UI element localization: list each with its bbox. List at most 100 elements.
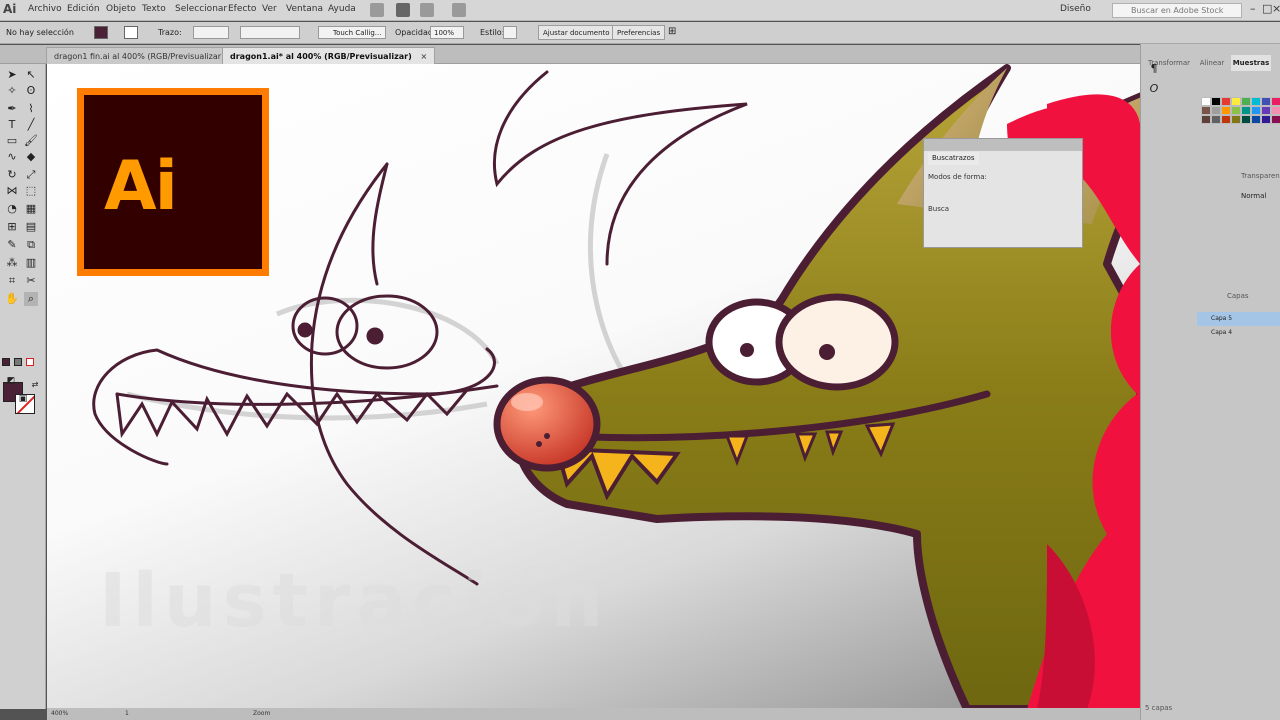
rectangle-tool-icon[interactable]: ▭ (5, 134, 19, 148)
adobe-stock-search[interactable]: Buscar en Adobe Stock (1112, 3, 1242, 18)
gradient-mode-icon[interactable] (14, 358, 22, 366)
menu-ventana[interactable]: Ventana (286, 4, 323, 14)
menu-objeto[interactable]: Objeto (106, 4, 136, 14)
transparency-panel-label[interactable]: Transparencia (1241, 168, 1280, 184)
canvas-area[interactable]: Ai Buscatrazos Modos de forma: Busca Ilu… (47, 64, 1140, 709)
menu-seleccionar[interactable]: Seleccionar (175, 4, 227, 14)
layer-row-5[interactable]: Capa 5 (1197, 312, 1280, 326)
paragraph-icon[interactable]: ¶ (1147, 62, 1161, 76)
lasso-icon[interactable]: ʘ (24, 84, 38, 98)
mesh-tool-icon[interactable]: ⊞ (5, 220, 19, 234)
preferences-button[interactable]: Preferencias (612, 25, 666, 40)
layer-row-4[interactable]: Capa 4 (1197, 326, 1280, 340)
artboard-tool-icon[interactable]: ⌗ (5, 274, 19, 288)
line-tool-icon[interactable]: ╱ (24, 118, 38, 132)
tab-alinear[interactable]: Alinear (1195, 55, 1229, 71)
style-label: Estilo: (480, 28, 505, 37)
fill-swatch[interactable] (94, 26, 108, 39)
opacity-field[interactable]: 100% (430, 26, 464, 39)
eraser-icon[interactable]: ◆ (24, 150, 38, 164)
perspective-grid-icon[interactable]: ▦ (24, 202, 38, 216)
tab-label: dragon1 fin.ai al 400% (RGB/Previsualiza… (54, 52, 225, 61)
status-bar: 400% 1 Zoom (47, 708, 1140, 720)
shape-builder-icon[interactable]: ◔ (5, 202, 19, 216)
swatch-grid[interactable] (1201, 97, 1280, 125)
document-tab-bar: dragon1 fin.ai al 400% (RGB/Previsualiza… (0, 45, 1140, 64)
tools-panel: ➤ ↖ ✧ ʘ ✒ ⌇ T ╱ ▭ 🖌 ∿ ◆ ↻ ⤢ ⋈ ⬚ ◔ ▦ ⊞ ▤ … (0, 64, 46, 709)
pen-tool-icon[interactable]: ✒ (5, 102, 19, 116)
direct-selection-tool-icon[interactable]: ↖ (24, 68, 38, 82)
gradient-tool-icon[interactable]: ▤ (24, 220, 38, 234)
stroke-swatch[interactable] (124, 26, 138, 39)
menu-efecto[interactable]: Efecto (228, 4, 256, 14)
none-mode-icon[interactable] (26, 358, 34, 366)
slice-tool-icon[interactable]: ✂ (24, 274, 38, 288)
pathfinder-panel[interactable]: Buscatrazos Modos de forma: Busca (923, 138, 1083, 248)
blend-mode-select[interactable]: Normal (1241, 188, 1280, 204)
scale-tool-icon[interactable]: ⤢ (24, 168, 38, 182)
draw-normal-icon[interactable]: ◩ (4, 374, 18, 388)
symbol-sprayer-icon[interactable]: ⁂ (5, 256, 19, 270)
arrange-documents-icon[interactable] (420, 3, 434, 17)
menu-texto[interactable]: Texto (142, 4, 166, 14)
pathfinder-tab[interactable]: Buscatrazos (928, 152, 979, 165)
bridge-icon[interactable] (370, 3, 384, 17)
style-swatch[interactable] (503, 26, 517, 39)
minimize-icon[interactable]: – (1250, 2, 1256, 15)
menu-archivo[interactable]: Archivo (28, 4, 62, 14)
layers-panel-label[interactable]: Capas (1227, 288, 1267, 304)
stock-icon[interactable] (396, 3, 410, 17)
layers-count: 5 capas (1145, 704, 1173, 712)
status-mode: Zoom (253, 710, 271, 717)
magic-wand-icon[interactable]: ✧ (5, 84, 19, 98)
zoom-tool-icon[interactable]: ⌕ (24, 292, 38, 306)
shape-modes-label: Modos de forma: (928, 173, 987, 181)
close-icon[interactable]: × (1272, 2, 1280, 15)
hand-tool-icon[interactable]: ✋ (5, 292, 19, 306)
stroke-label: Trazo: (158, 28, 182, 37)
menu-ayuda[interactable]: Ayuda (328, 4, 356, 14)
type-tool-icon[interactable]: T (5, 118, 19, 132)
maximize-icon[interactable]: □ (1262, 2, 1272, 15)
paintbrush-icon[interactable]: 🖌 (24, 134, 38, 148)
brush-definition-field[interactable]: Touch Callig... (318, 26, 386, 39)
gpu-performance-icon[interactable] (452, 3, 466, 17)
column-graph-icon[interactable]: ▥ (24, 256, 38, 270)
arrange-icon[interactable]: ⊞ (668, 26, 676, 37)
tab-label: dragon1.ai* al 400% (RGB/Previsualizar) (230, 52, 412, 61)
free-transform-icon[interactable]: ⬚ (24, 184, 38, 198)
tab-dragon1-fin[interactable]: dragon1 fin.ai al 400% (RGB/Previsualiza… (46, 47, 248, 64)
variable-width-field[interactable] (240, 26, 300, 39)
rotate-tool-icon[interactable]: ↻ (5, 168, 19, 182)
opentype-icon[interactable]: O (1147, 82, 1161, 96)
menu-edicion[interactable]: Edición (67, 4, 100, 14)
menu-bar: Ai Archivo Edición Objeto Texto Seleccio… (0, 0, 1280, 21)
pathfinders-label: Busca (928, 205, 950, 213)
illustrator-logo: Ai (77, 88, 269, 276)
workspace-switcher[interactable]: Diseño (1060, 4, 1091, 14)
blend-tool-icon[interactable]: ⧉ (24, 238, 38, 252)
control-bar: No hay selección Trazo: Touch Callig... … (0, 22, 1280, 44)
tab-close-icon[interactable]: × (421, 52, 428, 61)
width-tool-icon[interactable]: ⋈ (5, 184, 19, 198)
selection-tool-icon[interactable]: ➤ (5, 68, 19, 82)
zoom-level[interactable]: 400% (51, 710, 68, 717)
artboard-number[interactable]: 1 (125, 710, 129, 717)
eyedropper-icon[interactable]: ✎ (5, 238, 19, 252)
selection-status: No hay selección (6, 28, 74, 37)
shaper-tool-icon[interactable]: ∿ (5, 150, 19, 164)
stroke-weight-field[interactable] (193, 26, 229, 39)
screen-mode-icon[interactable]: ▣ (16, 392, 30, 406)
adjust-document-button[interactable]: Ajustar documento (538, 25, 615, 40)
illustrator-logo-text: Ai (104, 147, 178, 226)
right-panel-dock: Transformar Alinear Muestras ¶ O Transpa… (1140, 44, 1280, 720)
app-logo: Ai (3, 2, 17, 16)
swap-colors-icon[interactable]: ⇄ (28, 378, 42, 392)
tab-muestras[interactable]: Muestras (1231, 55, 1271, 71)
tab-dragon1[interactable]: dragon1.ai* al 400% (RGB/Previsualizar) … (222, 47, 436, 64)
panel-header[interactable] (924, 139, 1082, 151)
video-title: Ilustración (99, 558, 610, 644)
curvature-tool-icon[interactable]: ⌇ (24, 102, 38, 116)
menu-ver[interactable]: Ver (262, 4, 277, 14)
color-mode-icon[interactable] (2, 358, 10, 366)
